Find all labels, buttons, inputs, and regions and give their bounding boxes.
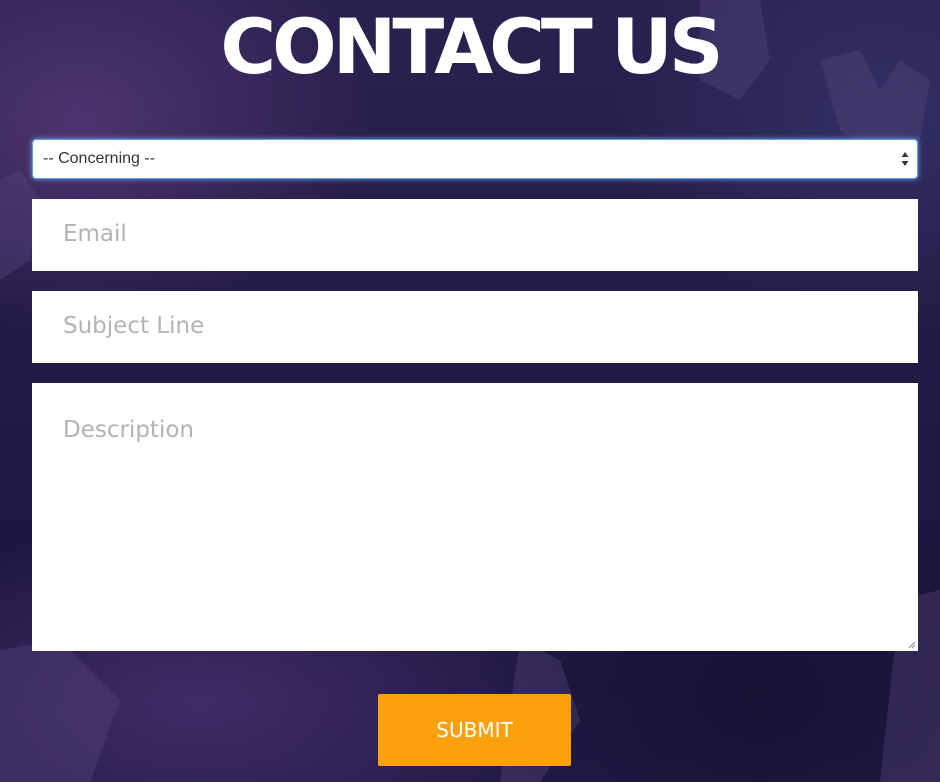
concerning-select-value: -- Concerning -- xyxy=(43,150,156,167)
description-textarea[interactable]: Description xyxy=(32,383,918,651)
email-placeholder: Email xyxy=(63,221,127,247)
up-down-arrows-icon xyxy=(901,152,909,166)
subject-line-field[interactable]: Subject Line xyxy=(32,291,918,363)
email-field[interactable]: Email xyxy=(32,199,918,271)
subject-line-placeholder: Subject Line xyxy=(63,313,205,339)
page-title: CONTACT US xyxy=(220,2,723,91)
concerning-select[interactable]: -- Concerning -- xyxy=(32,139,918,179)
submit-button[interactable]: SUBMIT xyxy=(378,694,571,766)
resize-handle-icon[interactable] xyxy=(908,641,916,649)
description-placeholder: Description xyxy=(63,417,194,443)
